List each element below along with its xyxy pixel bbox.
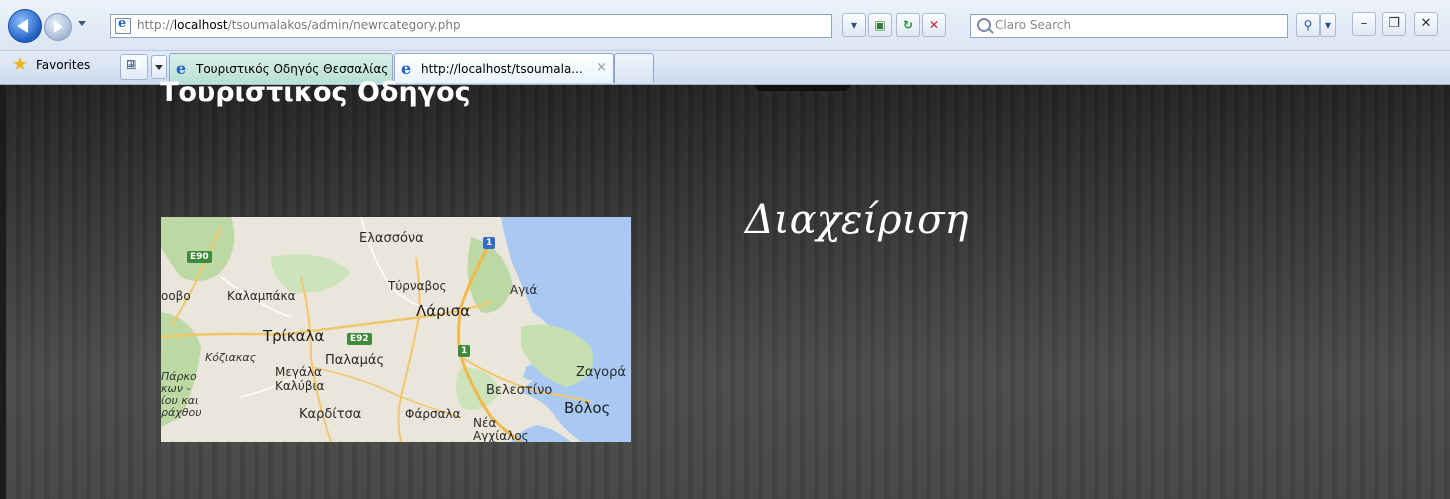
restore-button[interactable]: ❐: [1382, 12, 1406, 36]
compatibility-view-icon[interactable]: ▣: [868, 13, 892, 37]
search-go-button[interactable]: ⚲: [1296, 13, 1320, 37]
close-tab-icon[interactable]: ×: [596, 60, 607, 75]
map-graphic: [161, 217, 631, 442]
search-options-dropdown[interactable]: ▾: [1320, 13, 1336, 37]
close-window-button[interactable]: ✕: [1414, 12, 1438, 36]
map-label-tyrnavos: Τύρναβος: [388, 279, 447, 293]
page-content: Τουριστικος Οδηγος Διαχείριση Ελασσόνα Τ…: [0, 77, 1450, 499]
forward-arrow-icon[interactable]: [44, 13, 72, 41]
history-dropdown-icon[interactable]: [78, 21, 86, 26]
site-title: Τουριστικος Οδηγος: [160, 77, 471, 108]
road-shield-1-south: 1: [458, 345, 471, 357]
search-input[interactable]: Claro Search: [970, 14, 1288, 38]
thessaly-map-image: Ελασσόνα Τύρναβος Αγιά οοβο Καλαμπάκα Λά…: [161, 217, 631, 442]
ie-icon: e: [176, 59, 187, 78]
quick-tabs-button[interactable]: ⊞: [120, 54, 148, 80]
search-placeholder: Claro Search: [995, 18, 1072, 32]
minimize-button[interactable]: –: [1352, 12, 1376, 36]
url-input[interactable]: http://localhost/tsoumalakos/admin/newrc…: [110, 14, 832, 38]
map-label-velestino: Βελεστίνο: [486, 383, 553, 398]
tab-label: Τουριστικός Οδηγός Θεσσαλίας: [196, 62, 389, 76]
new-tab-button[interactable]: [614, 53, 654, 83]
map-label-kalampaka: Καλαμπάκα: [227, 289, 296, 303]
page-edge: [0, 85, 6, 499]
road-shield-e90: E90: [187, 251, 212, 263]
star-icon[interactable]: ★: [12, 56, 28, 74]
road-shield-1-north: 1: [483, 237, 496, 249]
admin-heading[interactable]: Διαχείριση: [745, 197, 968, 243]
grid-icon: ⊞: [126, 58, 137, 73]
road-shield-e92: E92: [347, 333, 372, 345]
map-label-nea-anchialos: Νέα Αγχίαλος: [473, 416, 529, 443]
page-favicon-icon: [115, 16, 131, 34]
map-label-farsala: Φάρσαλα: [405, 407, 461, 421]
url-dropdown-button[interactable]: ▾: [842, 13, 866, 37]
search-icon: [977, 18, 991, 32]
map-label-volos: Βόλος: [564, 399, 611, 417]
map-label-elassona: Ελασσόνα: [359, 231, 424, 246]
map-label-koziakas: Κόζιακας: [205, 351, 257, 364]
tab-label: http://localhost/tsoumala...: [421, 62, 583, 76]
decorative-shadow: [755, 85, 850, 91]
favorites-button[interactable]: Favorites: [36, 58, 90, 72]
url-text: http://localhost/tsoumalakos/admin/newrc…: [137, 18, 461, 32]
map-label-agia: Αγιά: [510, 283, 538, 297]
map-label-edge: οοβο: [161, 289, 191, 303]
back-arrow-icon[interactable]: [8, 9, 42, 43]
map-label-zagora: Ζαγορά: [576, 365, 626, 380]
address-bar: http://localhost/tsoumalakos/admin/newrc…: [0, 0, 1450, 51]
ie-icon: e: [401, 59, 412, 78]
map-label-park: Πάρκο κων - ίου και ράχθου: [161, 370, 202, 419]
stop-icon[interactable]: ✕: [922, 13, 946, 37]
tab-list-dropdown[interactable]: [151, 55, 167, 79]
refresh-icon[interactable]: ↻: [896, 13, 920, 37]
map-label-larisa: Λάρισα: [416, 302, 471, 320]
map-label-trikala: Τρίκαλα: [263, 327, 325, 345]
map-label-karditsa: Καρδίτσα: [299, 407, 362, 422]
map-label-megala-kalyvia: Μεγάλα Καλύβια: [275, 365, 325, 393]
